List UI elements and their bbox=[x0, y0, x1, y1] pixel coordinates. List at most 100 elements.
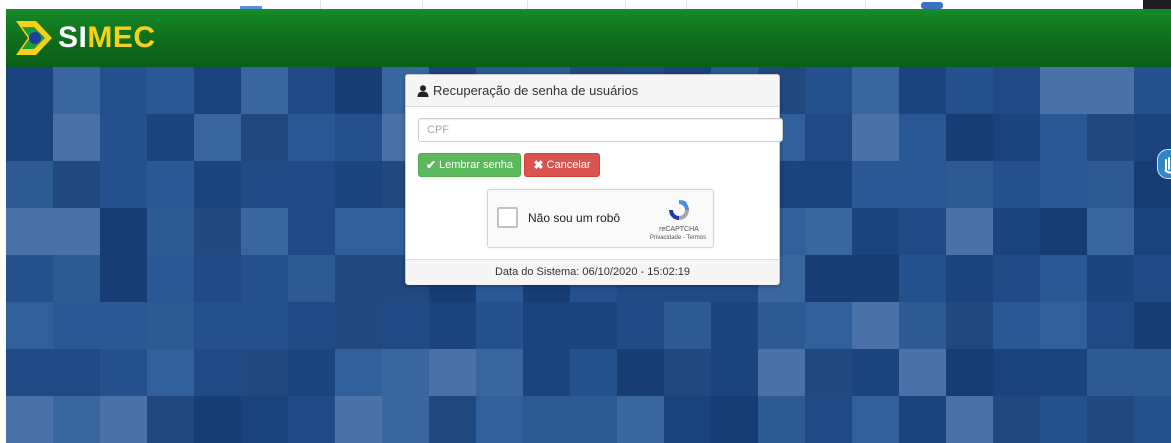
mosaic-tile bbox=[335, 349, 382, 396]
mosaic-tile bbox=[6, 255, 53, 302]
mosaic-tile bbox=[476, 349, 523, 396]
mosaic-tile bbox=[147, 396, 194, 443]
mosaic-tile bbox=[241, 349, 288, 396]
mosaic-tile bbox=[335, 67, 382, 114]
remind-password-label: Lembrar senha bbox=[439, 159, 514, 171]
mosaic-tile bbox=[664, 302, 711, 349]
mosaic-tile bbox=[993, 208, 1040, 255]
mosaic-tile bbox=[194, 208, 241, 255]
mosaic-tile bbox=[1087, 302, 1134, 349]
mosaic-tile bbox=[899, 208, 946, 255]
mosaic-tile bbox=[382, 349, 429, 396]
mosaic-tile bbox=[1134, 302, 1171, 349]
mosaic-tile bbox=[993, 396, 1040, 443]
mosaic-tile bbox=[194, 114, 241, 161]
mosaic-tile bbox=[100, 208, 147, 255]
mosaic-tile bbox=[288, 302, 335, 349]
mosaic-tile bbox=[241, 302, 288, 349]
recaptcha-logo-icon bbox=[669, 200, 689, 220]
accessibility-widget-button[interactable] bbox=[1157, 149, 1171, 179]
mosaic-tile bbox=[194, 349, 241, 396]
mosaic-tile bbox=[288, 349, 335, 396]
mosaic-tile bbox=[805, 302, 852, 349]
mosaic-tile bbox=[241, 114, 288, 161]
mosaic-tile bbox=[1040, 255, 1087, 302]
mosaic-tile bbox=[53, 396, 100, 443]
mosaic-tile bbox=[852, 161, 899, 208]
mosaic-tile bbox=[993, 67, 1040, 114]
mosaic-tile bbox=[570, 349, 617, 396]
mosaic-tile bbox=[852, 114, 899, 161]
mosaic-tile bbox=[570, 396, 617, 443]
recaptcha-checkbox[interactable] bbox=[497, 207, 518, 228]
mosaic-tile bbox=[1040, 349, 1087, 396]
mosaic-tile bbox=[241, 161, 288, 208]
mosaic-tile bbox=[147, 208, 194, 255]
system-date: Data do Sistema: 06/10/2020 - 15:02:19 bbox=[494, 266, 691, 278]
mosaic-tile bbox=[335, 396, 382, 443]
mosaic-tile bbox=[852, 255, 899, 302]
mosaic-tile bbox=[1134, 208, 1171, 255]
password-recovery-modal: Recuperação de senha de usuários ✔ Lembr… bbox=[405, 74, 783, 285]
mosaic-tile bbox=[1134, 396, 1171, 443]
mosaic-tile bbox=[899, 255, 946, 302]
mosaic-tile bbox=[100, 255, 147, 302]
mosaic-tile bbox=[805, 161, 852, 208]
mosaic-tile bbox=[382, 302, 429, 349]
mosaic-tile bbox=[1087, 255, 1134, 302]
mosaic-tile bbox=[100, 396, 147, 443]
recaptcha-links[interactable]: Privacidade - Termos bbox=[645, 235, 711, 241]
mosaic-tile bbox=[100, 349, 147, 396]
mosaic-tile bbox=[335, 208, 382, 255]
browser-top-strip bbox=[0, 0, 1171, 22]
mosaic-tile bbox=[1134, 349, 1171, 396]
recaptcha-widget: Não sou um robô reCAPTCHA Privacidade - … bbox=[487, 189, 714, 248]
mosaic-tile bbox=[805, 396, 852, 443]
mosaic-tile bbox=[1134, 255, 1171, 302]
remind-password-button[interactable]: ✔ Lembrar senha bbox=[418, 153, 521, 177]
mosaic-tile bbox=[100, 67, 147, 114]
mosaic-tile bbox=[241, 255, 288, 302]
modal-title: Recuperação de senha de usuários bbox=[433, 83, 639, 98]
mosaic-tile bbox=[194, 396, 241, 443]
mosaic-tile bbox=[335, 255, 382, 302]
mosaic-tile bbox=[852, 396, 899, 443]
mosaic-tile bbox=[570, 302, 617, 349]
mosaic-tile bbox=[946, 302, 993, 349]
mosaic-tile bbox=[6, 67, 53, 114]
mosaic-tile bbox=[53, 114, 100, 161]
mosaic-tile bbox=[523, 302, 570, 349]
mosaic-tile bbox=[288, 208, 335, 255]
mosaic-tile bbox=[382, 396, 429, 443]
mosaic-tile bbox=[53, 161, 100, 208]
site-header: SIMEC bbox=[6, 9, 1171, 67]
mosaic-tile bbox=[1087, 396, 1134, 443]
mosaic-tile bbox=[1087, 161, 1134, 208]
mosaic-tile bbox=[1040, 302, 1087, 349]
mosaic-tile bbox=[147, 255, 194, 302]
recaptcha-brand: reCAPTCHA bbox=[659, 226, 699, 233]
mosaic-tile bbox=[805, 208, 852, 255]
mosaic-tile bbox=[758, 302, 805, 349]
cpf-input[interactable] bbox=[418, 118, 783, 142]
mosaic-tile bbox=[1040, 396, 1087, 443]
mosaic-tile bbox=[805, 255, 852, 302]
mosaic-tile bbox=[335, 114, 382, 161]
mosaic-tile bbox=[993, 302, 1040, 349]
mosaic-tile bbox=[993, 255, 1040, 302]
mosaic-tile bbox=[664, 396, 711, 443]
mosaic-tile bbox=[852, 67, 899, 114]
mosaic-tile bbox=[1040, 208, 1087, 255]
cancel-button[interactable]: ✖ Cancelar bbox=[524, 153, 600, 177]
mosaic-tile bbox=[805, 349, 852, 396]
recaptcha-label: Não sou um robô bbox=[528, 211, 621, 225]
brand-name: SIMEC bbox=[58, 21, 156, 54]
mosaic-tile bbox=[899, 114, 946, 161]
mosaic-tile bbox=[1087, 208, 1134, 255]
mosaic-tile bbox=[241, 208, 288, 255]
mosaic-tile bbox=[899, 396, 946, 443]
mosaic-tile bbox=[852, 302, 899, 349]
mosaic-tile bbox=[993, 349, 1040, 396]
mosaic-tile bbox=[946, 208, 993, 255]
simec-logo[interactable]: SIMEC bbox=[16, 20, 156, 56]
